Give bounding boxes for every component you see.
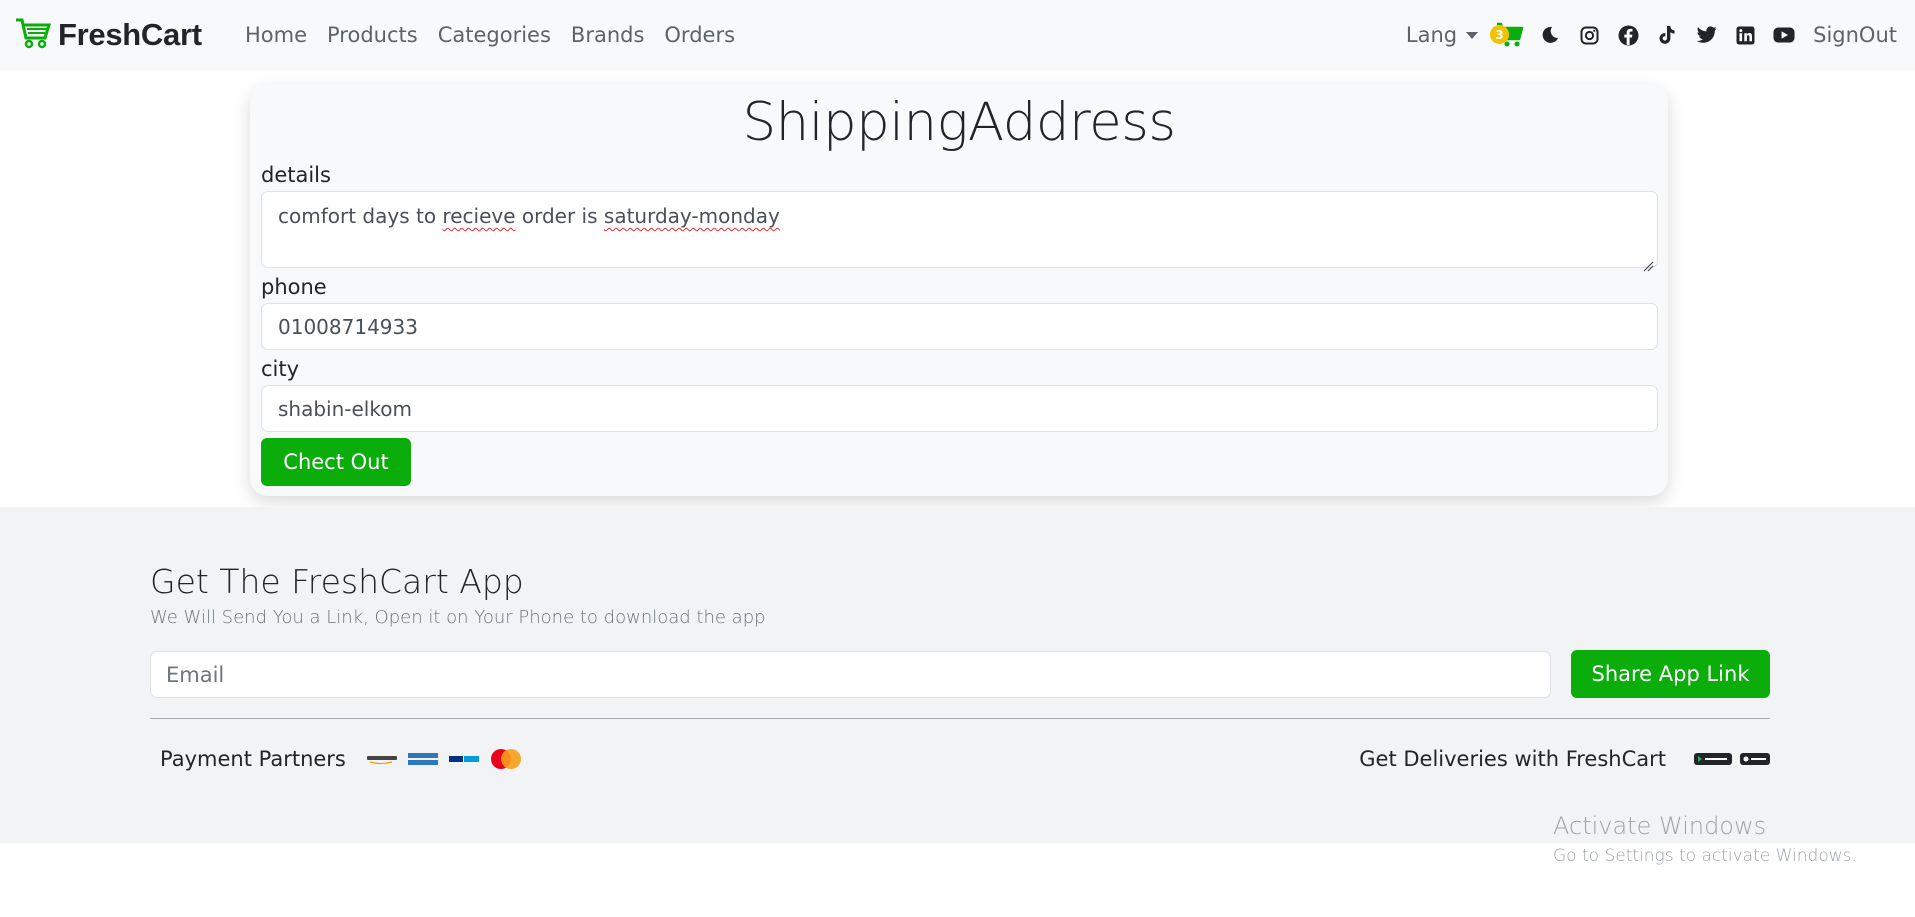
cart-count-badge: 3 xyxy=(1490,25,1510,44)
payment-partners: Payment Partners xyxy=(160,747,532,771)
amazon-pay-logo xyxy=(366,751,398,767)
moon-icon[interactable] xyxy=(1539,24,1561,46)
nav-home[interactable]: Home xyxy=(245,23,307,47)
nav-right: Lang 3 SignOut xyxy=(1406,0,1897,70)
phone-label: phone xyxy=(261,275,327,299)
city-label: city xyxy=(261,357,300,381)
tiktok-icon[interactable] xyxy=(1656,24,1678,46)
navbar: FreshCart Home Products Categories Brand… xyxy=(0,0,1915,70)
details-textarea[interactable]: comfort days to recieve order is saturda… xyxy=(261,191,1658,272)
instagram-icon[interactable] xyxy=(1578,24,1600,46)
cart-logo-icon xyxy=(14,16,52,54)
email-placeholder: Email xyxy=(166,662,225,687)
nav-brands[interactable]: Brands xyxy=(571,23,645,47)
watermark-line2: Go to Settings to activate Windows. xyxy=(1553,846,1857,866)
google-play-badge[interactable] xyxy=(1694,753,1732,765)
email-input[interactable]: Email xyxy=(150,651,1551,698)
twitter-icon[interactable] xyxy=(1695,24,1717,46)
mastercard-logo xyxy=(490,749,522,769)
footer: Get The FreshCart App We Will Send You a… xyxy=(0,507,1915,843)
lang-label: Lang xyxy=(1405,23,1458,47)
windows-activation-watermark: Activate Windows Go to Settings to activ… xyxy=(1553,812,1857,866)
nav-categories[interactable]: Categories xyxy=(438,23,551,47)
city-input[interactable]: shabin-elkom xyxy=(261,385,1658,432)
american-express-logo xyxy=(407,751,438,767)
lang-dropdown[interactable]: Lang xyxy=(1405,23,1479,47)
phone-input[interactable]: 01008714933 xyxy=(261,303,1658,350)
nav-orders[interactable]: Orders xyxy=(664,23,735,47)
details-label: details xyxy=(261,163,331,187)
linkedin-icon[interactable] xyxy=(1734,24,1756,46)
app-store-badge[interactable] xyxy=(1740,753,1770,765)
watermark-line1: Activate Windows xyxy=(1553,812,1767,840)
share-app-link-button[interactable]: Share App Link xyxy=(1571,650,1770,698)
nav-products[interactable]: Products xyxy=(327,23,418,47)
brand-name: FreshCart xyxy=(58,17,202,52)
shipping-address-card: ShippingAddress details comfort days to … xyxy=(250,84,1668,496)
payment-partners-label: Payment Partners xyxy=(160,747,346,771)
facebook-icon[interactable] xyxy=(1617,24,1639,46)
caret-down-icon xyxy=(1466,31,1479,39)
phone-value: 01008714933 xyxy=(278,314,418,339)
footer-divider xyxy=(150,718,1770,719)
cart-button[interactable]: 3 xyxy=(1490,20,1524,50)
paypal-logo xyxy=(448,751,480,767)
details-value: comfort days to recieve order is saturda… xyxy=(278,204,780,228)
footer-title: Get The FreshCart App xyxy=(150,562,524,601)
resize-handle-icon[interactable] xyxy=(1643,253,1654,272)
footer-subtitle: We Will Send You a Link, Open it on Your… xyxy=(150,607,766,628)
nav-links: Home Products Categories Brands Orders xyxy=(245,0,755,70)
checkout-button[interactable]: Chect Out xyxy=(261,438,411,486)
page-title: ShippingAddress xyxy=(742,92,1176,153)
signout-link[interactable]: SignOut xyxy=(1813,23,1897,47)
deliveries-label: Get Deliveries with FreshCart xyxy=(1359,747,1666,771)
youtube-icon[interactable] xyxy=(1773,24,1795,46)
deliveries-section: Get Deliveries with FreshCart xyxy=(1359,747,1770,771)
brand-link[interactable]: FreshCart xyxy=(14,16,202,54)
city-value: shabin-elkom xyxy=(278,396,412,421)
